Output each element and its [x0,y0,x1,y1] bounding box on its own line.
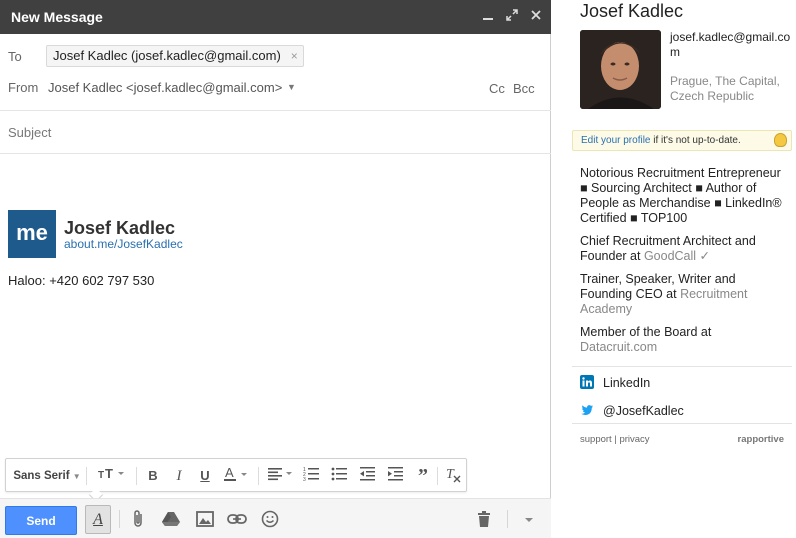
bio-position-org[interactable]: GoodCall ✓ [644,249,710,263]
indent-less-icon[interactable] [356,465,380,487]
contact-email[interactable]: josef.kadlec@gmail.com [670,30,792,60]
rapportive-sidebar: Josef Kadlec josef.kadlec@gmail.com Prag… [552,0,796,538]
linkedin-link[interactable]: LinkedIn [580,375,650,390]
edit-profile-text: if it's not up-to-date. [650,135,741,146]
to-label: To [8,49,22,64]
close-icon[interactable] [528,8,544,24]
chevron-down-icon[interactable]: ▼ [287,82,296,92]
toolbar-divider [258,467,259,485]
twitter-icon [580,403,594,417]
photo-icon[interactable] [195,509,217,529]
twitter-label: @JosefKadlec [603,404,684,418]
contact-location: Prague, The Capital, Czech Republic [670,74,780,103]
rapportive-brand[interactable]: rapportive [738,434,784,445]
bcc-button[interactable]: Bcc [513,81,535,96]
signature-name: Josef Kadlec [64,218,176,238]
quote-icon[interactable]: ” [412,465,434,487]
bio-position-org[interactable]: Datacruit.com [580,340,657,354]
text-size-icon[interactable]: TT [92,465,132,487]
bio-position-text: Member of the Board at [580,325,712,339]
signature-link[interactable]: about.me/JosefKadlec [64,237,183,251]
indent-more-icon[interactable] [384,465,408,487]
remove-recipient-icon[interactable]: × [291,46,298,66]
from-label: From [8,80,39,95]
attach-icon[interactable] [129,509,151,529]
bio-headline: Notorious Recruitment Entrepreneur ■ Sou… [580,166,782,225]
edit-profile-link[interactable]: Edit your profile [581,135,650,146]
linkedin-label: LinkedIn [603,376,651,390]
bulleted-list-icon[interactable] [328,465,352,487]
emoji-icon[interactable] [260,509,282,529]
link-icon[interactable] [226,509,248,529]
compose-title: New Message [11,9,103,25]
bio-position: Member of the Board at Datacruit.com [580,325,790,355]
svg-text:T: T [98,470,104,481]
formatting-toolbar: Sans Serif ▼ TT B I U A 123 ” T [5,458,467,492]
italic-icon[interactable]: I [168,465,190,487]
signature-phone: Haloo: +420 602 797 530 [8,273,155,288]
trash-icon[interactable] [474,509,496,529]
sidebar-footer-links: support | privacy [580,434,650,445]
font-family-select[interactable]: Sans Serif ▼ [12,465,82,487]
remove-formatting-icon[interactable]: T [442,465,464,487]
svg-text:T: T [446,467,455,482]
to-recipient-chip[interactable]: Josef Kadlec (josef.kadlec@gmail.com) × [46,45,304,67]
svg-text:3: 3 [303,477,306,481]
toolbar-divider [136,467,137,485]
minimize-icon[interactable] [480,8,496,24]
from-select[interactable]: Josef Kadlec <josef.kadlec@gmail.com> [48,80,282,95]
twitter-link[interactable]: @JosefKadlec [580,403,684,418]
drive-icon[interactable] [161,509,183,529]
linkedin-icon [580,375,594,389]
align-icon[interactable] [264,465,298,487]
divider [572,366,792,367]
compose-titlebar[interactable]: New Message [0,0,551,34]
divider [572,423,792,424]
bio-position: Trainer, Speaker, Writer and Founding CE… [580,272,790,317]
toolbar-divider [437,467,438,485]
subject-input[interactable] [8,122,538,142]
compose-window: New Message To Josef Kadlec (josef.kadle… [0,0,551,538]
toolbar-divider [507,510,508,528]
formatting-options-toggle[interactable]: A [85,505,111,534]
contact-photo [580,30,661,109]
to-recipient-text: Josef Kadlec (josef.kadlec@gmail.com) [53,48,281,63]
toolbar-divider [119,510,120,528]
aboutme-logo: me [8,210,56,258]
numbered-list-icon[interactable]: 123 [300,465,324,487]
privacy-link[interactable]: privacy [619,434,649,445]
svg-text:T: T [105,466,113,481]
divider [0,110,551,111]
send-button[interactable]: Send [5,506,77,535]
font-family-value: Sans Serif [13,470,70,482]
toolbar-divider [86,467,87,485]
text-color-icon[interactable]: A [220,465,254,487]
cc-button[interactable]: Cc [489,81,505,96]
bold-icon[interactable]: B [142,465,164,487]
bio-position: Chief Recruitment Architect and Founder … [580,234,790,264]
more-options-icon[interactable] [519,509,541,529]
support-link[interactable]: support [580,434,612,445]
underline-icon[interactable]: U [194,465,216,487]
svg-text:A: A [225,465,234,480]
lightbulb-icon [774,133,787,147]
divider [0,153,551,154]
popout-icon[interactable] [504,8,520,24]
contact-name: Josef Kadlec [580,1,684,21]
edit-profile-notice: Edit your profile if it's not up-to-date… [572,130,792,151]
